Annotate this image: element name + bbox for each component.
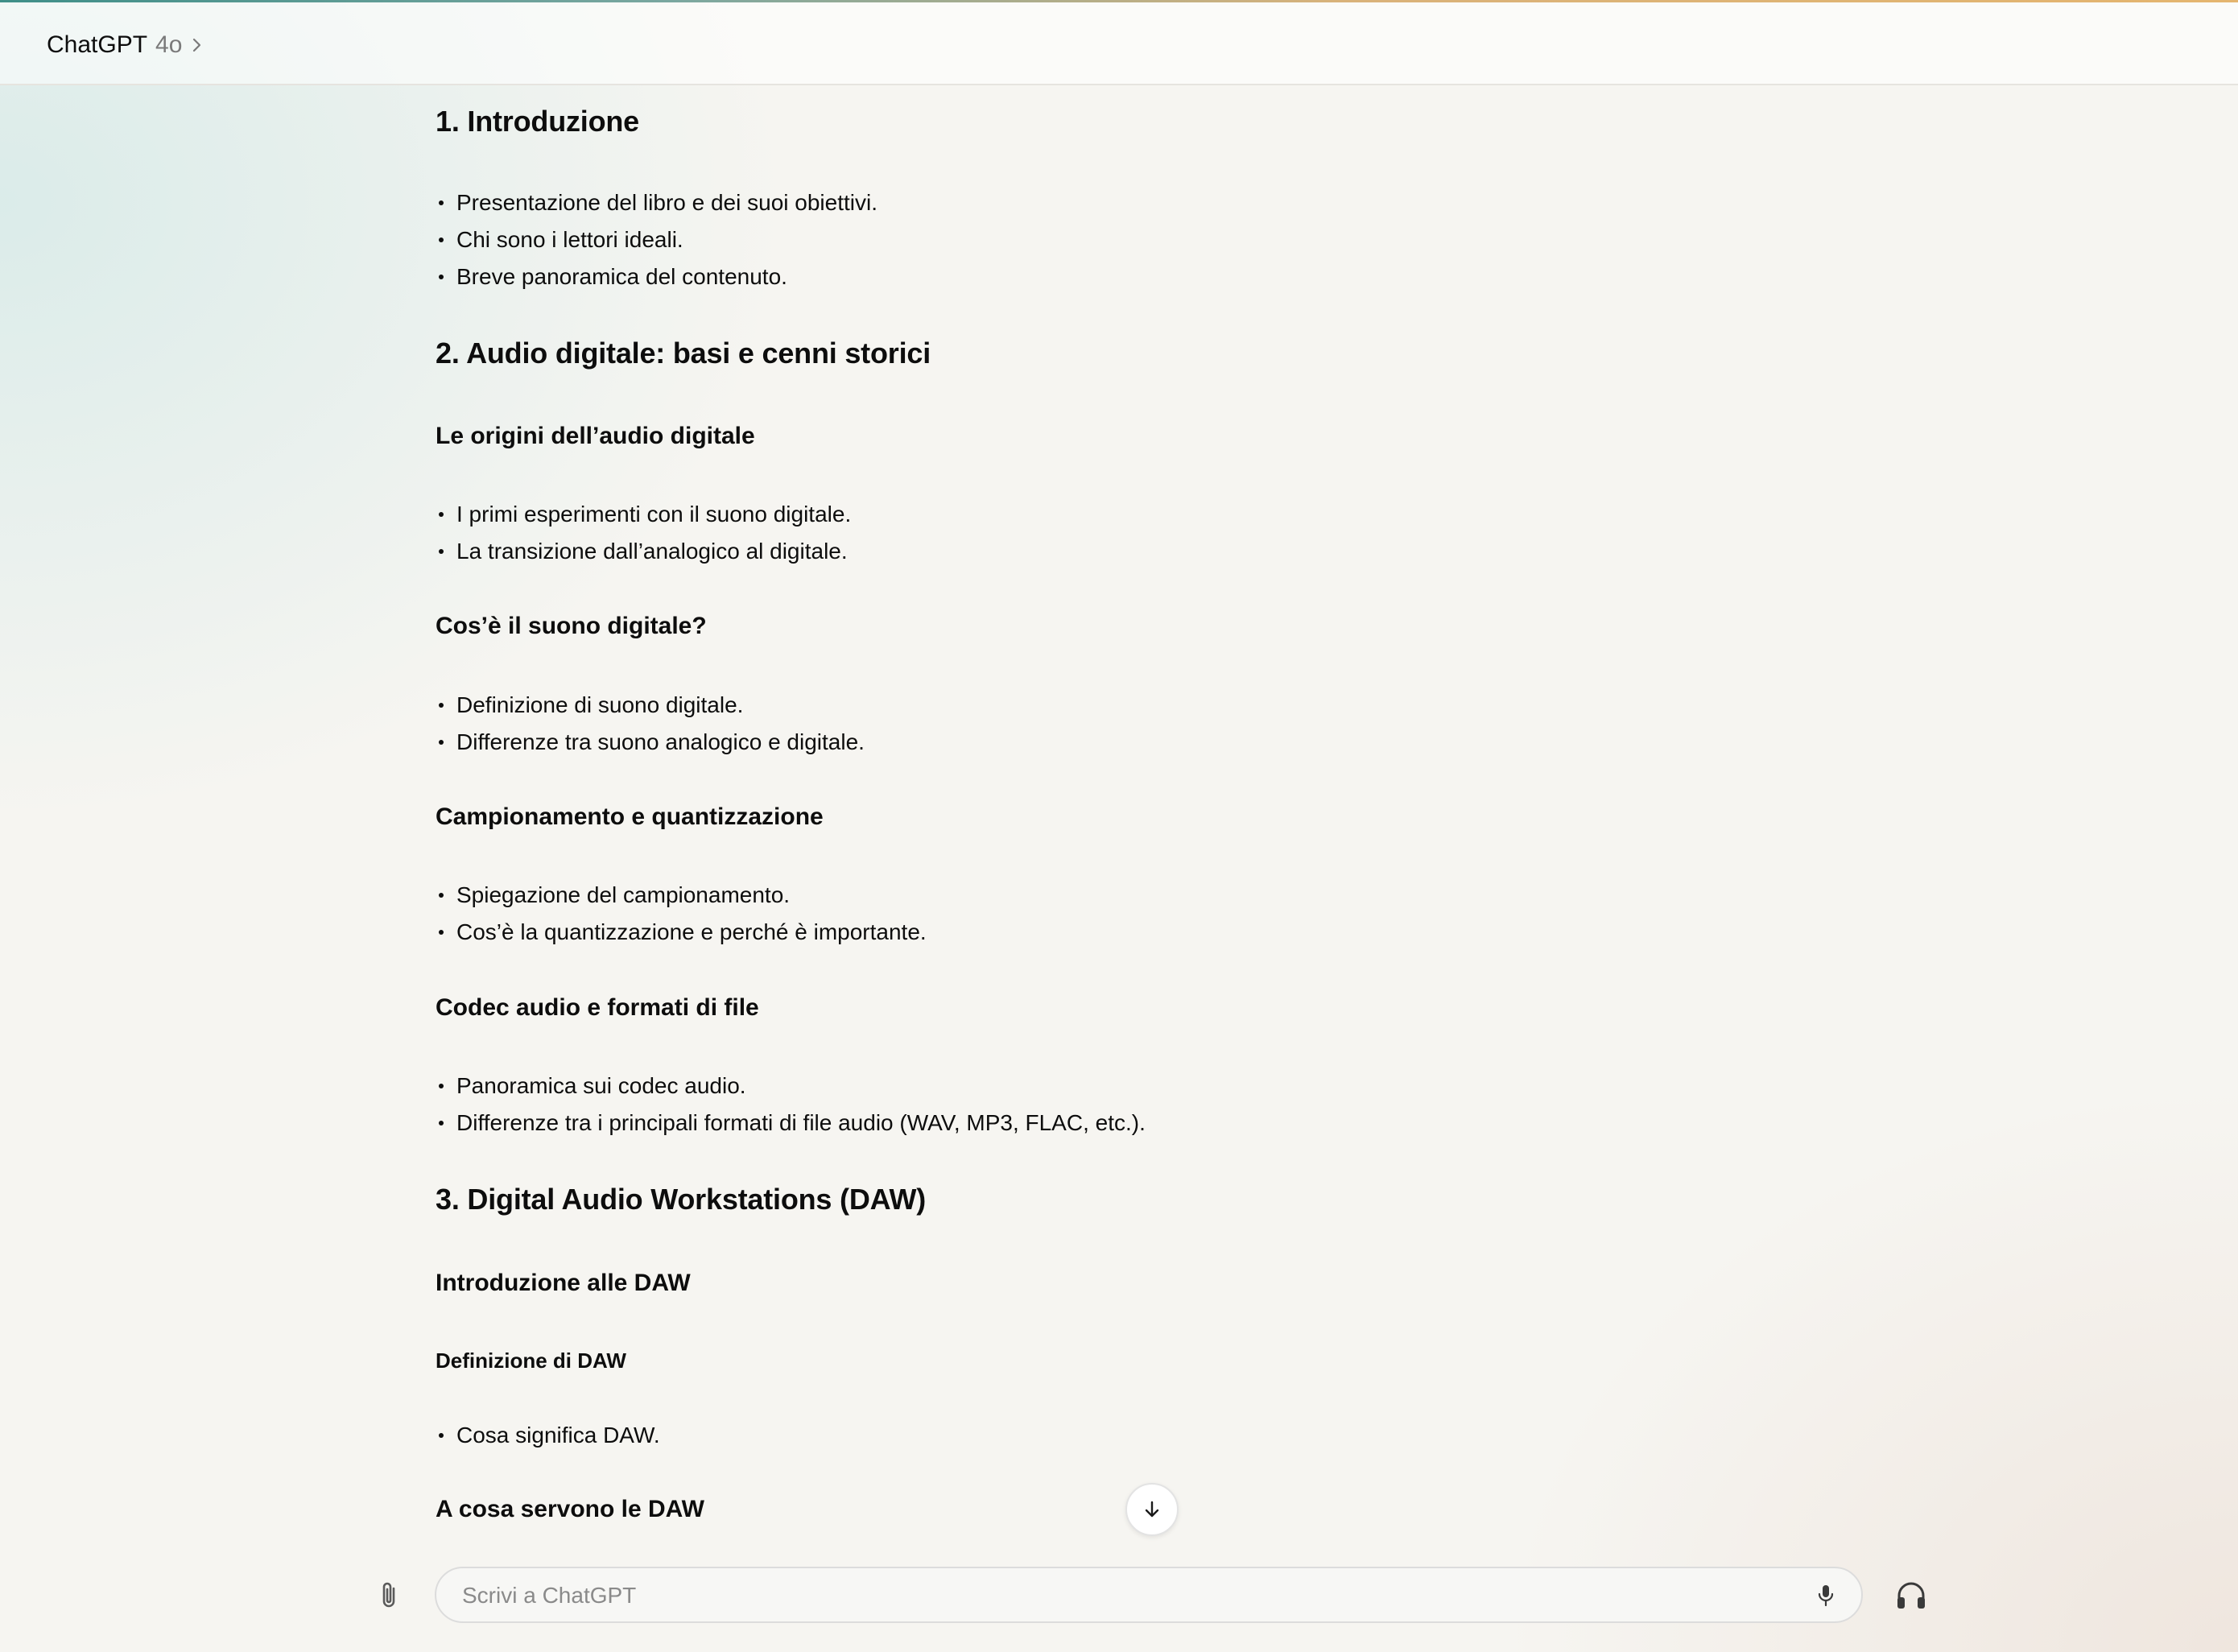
bullet xyxy=(439,893,444,898)
bullet xyxy=(439,237,444,242)
list-item-text: Cosa significa DAW. xyxy=(456,1423,660,1448)
arrow-down-icon xyxy=(1145,1501,1159,1518)
list-item-text: Differenze tra suono analogico e digital… xyxy=(456,729,865,754)
list-item: Breve panoramica del contenuto. xyxy=(436,264,787,290)
list-item-text: Breve panoramica del contenuto. xyxy=(456,264,787,289)
list-item-text: Cos’è la quantizzazione e perché è impor… xyxy=(456,919,927,944)
chevron-right-icon xyxy=(193,38,201,52)
list-item-text: I primi esperimenti con il suono digital… xyxy=(456,502,852,527)
list-item: Presentazione del libro e dei suoi obiet… xyxy=(436,190,877,216)
list-item: Panoramica sui codec audio. xyxy=(436,1073,746,1099)
paperclip-icon xyxy=(382,1582,395,1608)
list-item-text: Definizione di suono digitale. xyxy=(456,692,744,717)
model-name: 4o xyxy=(155,31,183,58)
bullet xyxy=(439,275,444,279)
headphones-icon xyxy=(1897,1582,1925,1609)
section-heading: 3. Digital Audio Workstations (DAW) xyxy=(436,1183,927,1216)
top-bar: ChatGPT 4o xyxy=(0,2,2238,85)
section-heading: 2. Audio digitale: basi e cenni storici xyxy=(436,337,931,370)
bullet xyxy=(439,1433,444,1438)
list-item-text: Presentazione del libro e dei suoi obiet… xyxy=(456,190,877,215)
subsection-heading: Introduzione alle DAW xyxy=(436,1270,691,1296)
sub-subsection-heading: Definizione di DAW xyxy=(436,1348,626,1373)
list-item: La transizione dall’analogico al digital… xyxy=(436,539,848,564)
subsection-heading: Codec audio e formati di file xyxy=(436,994,759,1021)
bullet xyxy=(439,930,444,935)
list-item: Cosa significa DAW. xyxy=(436,1423,660,1448)
list-item: Spiegazione del campionamento. xyxy=(436,882,790,908)
bullet xyxy=(439,1084,444,1088)
list-item-text: Differenze tra i principali formati di f… xyxy=(456,1110,1146,1135)
list-item: Cos’è la quantizzazione e perché è impor… xyxy=(436,919,927,945)
subsection-heading: Le origini dell’audio digitale xyxy=(436,423,755,449)
subsection-heading: Cos’è il suono digitale? xyxy=(436,613,707,639)
scroll-to-bottom-button[interactable] xyxy=(1125,1483,1179,1536)
model-switcher[interactable]: ChatGPT 4o xyxy=(47,27,204,64)
microphone-button[interactable] xyxy=(1811,1581,1840,1610)
list-item: Differenze tra suono analogico e digital… xyxy=(436,729,865,755)
message-composer[interactable] xyxy=(435,1567,1863,1623)
bullet xyxy=(439,703,444,708)
subsection-heading: Campionamento e quantizzazione xyxy=(436,803,824,830)
bullet xyxy=(439,740,444,745)
bullet xyxy=(439,512,444,517)
bullet xyxy=(439,200,444,205)
list-item: Definizione di suono digitale. xyxy=(436,692,743,718)
bullet xyxy=(439,1121,444,1125)
subsection-heading: A cosa servono le DAW xyxy=(436,1496,704,1522)
microphone-icon xyxy=(1818,1585,1834,1607)
message-input[interactable] xyxy=(460,1568,1768,1623)
attach-button[interactable] xyxy=(372,1578,407,1613)
section-heading: 1. Introduzione xyxy=(436,105,639,138)
list-item: Differenze tra i principali formati di f… xyxy=(436,1110,1146,1136)
list-item-text: Spiegazione del campionamento. xyxy=(456,882,791,907)
list-item-text: Chi sono i lettori ideali. xyxy=(456,227,683,252)
list-item-text: Panoramica sui codec audio. xyxy=(456,1073,746,1098)
voice-mode-button[interactable] xyxy=(1893,1578,1929,1613)
list-item: Chi sono i lettori ideali. xyxy=(436,227,683,253)
bullet xyxy=(439,549,444,554)
list-item-text: La transizione dall’analogico al digital… xyxy=(456,539,848,564)
list-item: I primi esperimenti con il suono digital… xyxy=(436,502,851,527)
app-name: ChatGPT xyxy=(47,31,148,58)
